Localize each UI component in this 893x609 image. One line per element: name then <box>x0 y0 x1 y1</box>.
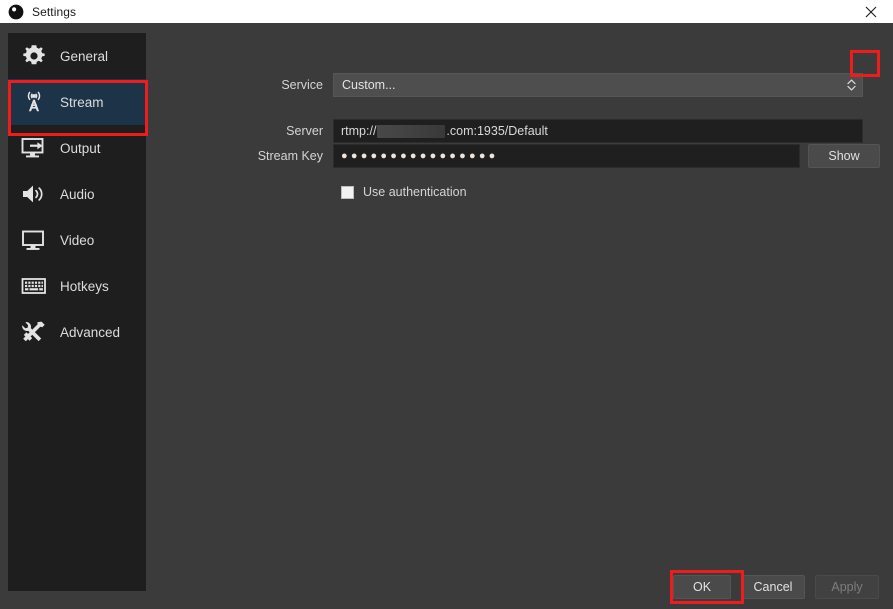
sidebar-item-advanced[interactable]: Advanced <box>8 309 146 355</box>
apply-button[interactable]: Apply <box>815 575 879 599</box>
service-row: Service Custom... <box>155 73 863 97</box>
window-title: Settings <box>32 4 77 19</box>
use-authentication-row[interactable]: Use authentication <box>341 185 467 199</box>
stream-key-label: Stream Key <box>257 149 323 163</box>
use-authentication-label: Use authentication <box>363 185 467 199</box>
broadcast-icon <box>20 88 48 116</box>
monitor-icon <box>20 226 48 254</box>
sidebar-item-label: Hotkeys <box>60 278 109 294</box>
close-button[interactable] <box>848 0 893 23</box>
stream-settings-pane: Service Custom... Server rtmp:// .com:193… <box>155 33 885 561</box>
show-stream-key-button[interactable]: Show <box>808 144 880 168</box>
server-row: Server rtmp:// .com:1935/Default <box>155 119 863 143</box>
obs-logo-icon <box>8 4 24 19</box>
sidebar-item-stream[interactable]: Stream <box>8 79 146 125</box>
chevron-updown-icon <box>846 79 856 91</box>
sidebar-item-audio[interactable]: Audio <box>8 171 146 217</box>
sidebar-item-label: Advanced <box>60 324 121 340</box>
close-icon <box>865 6 876 17</box>
output-icon <box>20 134 48 162</box>
settings-window-body: General Stream Output Audio Video Hotkey… <box>0 23 893 609</box>
cancel-button[interactable]: Cancel <box>741 575 805 599</box>
stream-key-row: Stream Key ●●●●●●●●●●●●●●●● Show <box>155 144 880 168</box>
sidebar-item-label: Audio <box>60 186 95 202</box>
server-input[interactable]: rtmp:// .com:1935/Default <box>333 119 863 143</box>
service-dropdown-arrow[interactable] <box>840 74 862 96</box>
ok-button[interactable]: OK <box>673 575 731 599</box>
service-label: Service <box>281 78 323 92</box>
keyboard-icon <box>20 272 48 300</box>
sidebar-item-label: Output <box>60 140 101 156</box>
server-value-prefix: rtmp:// <box>341 124 377 138</box>
sidebar-item-label: General <box>60 48 109 64</box>
sidebar-item-general[interactable]: General <box>8 33 146 79</box>
sidebar-item-label: Stream <box>60 94 104 110</box>
gear-icon <box>20 42 48 70</box>
server-label: Server <box>286 124 323 138</box>
server-value-suffix: .com:1935/Default <box>446 124 548 138</box>
sidebar-item-hotkeys[interactable]: Hotkeys <box>8 263 146 309</box>
sidebar-item-label: Video <box>60 232 95 248</box>
service-dropdown[interactable]: Custom... <box>333 73 863 97</box>
dialog-button-bar: OK Cancel Apply <box>673 575 879 599</box>
speaker-icon <box>20 180 48 208</box>
service-selected-value: Custom... <box>342 78 396 92</box>
server-redacted-block <box>377 124 446 138</box>
sidebar-item-video[interactable]: Video <box>8 217 146 263</box>
tools-icon <box>20 318 48 346</box>
sidebar-item-output[interactable]: Output <box>8 125 146 171</box>
title-bar: Settings <box>0 0 893 23</box>
stream-key-input[interactable]: ●●●●●●●●●●●●●●●● <box>333 144 800 168</box>
settings-sidebar: General Stream Output Audio Video Hotkey… <box>8 33 146 591</box>
use-authentication-checkbox[interactable] <box>341 185 354 199</box>
